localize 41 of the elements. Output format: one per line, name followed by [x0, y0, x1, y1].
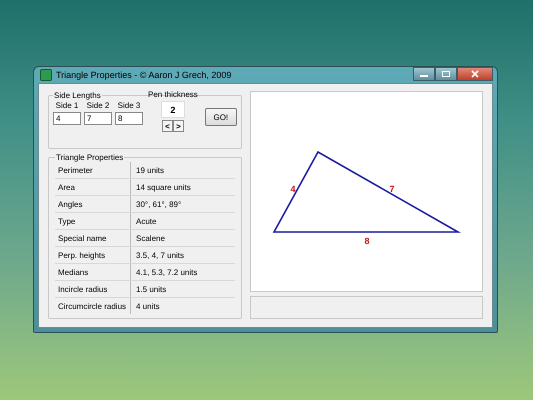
side-label: Side 3 [118, 101, 140, 110]
property-name: Angles [55, 196, 131, 212]
property-name: Medians [55, 264, 131, 280]
pen-thickness-label: Pen thickness [148, 90, 198, 99]
property-name: Perimeter [55, 162, 131, 178]
maximize-button[interactable] [435, 67, 457, 81]
side-label: Side 1 [56, 101, 78, 110]
side-length-label: 7 [390, 184, 394, 194]
maximize-icon [441, 70, 451, 78]
property-name: Perp. heights [55, 247, 131, 263]
side-input[interactable]: 4 [53, 112, 81, 125]
property-name: Special name [55, 230, 131, 246]
minimize-button[interactable] [413, 67, 435, 81]
increase-button[interactable]: > [172, 120, 184, 132]
close-button[interactable] [457, 67, 493, 81]
pen-thickness-value: 2 [160, 101, 185, 118]
property-value: 19 units [135, 166, 164, 174]
property-value: 30°, 61°, 89° [135, 200, 182, 208]
group-title: Triangle Properties [55, 153, 124, 162]
property-value: 1.5 units [135, 284, 166, 294]
property-value: 4 units [135, 302, 160, 310]
close-icon [470, 70, 480, 78]
app-icon [40, 69, 52, 81]
group-title: Side Lengths [53, 91, 102, 100]
property-value: 14 square units [135, 182, 191, 192]
side-input[interactable]: 7 [84, 112, 112, 125]
decrease-button[interactable]: < [162, 120, 173, 132]
side-length-label: 4 [290, 184, 296, 194]
side-input[interactable]: 8 [115, 112, 143, 125]
property-value: Scalene [135, 234, 165, 242]
side-label: Side 2 [86, 101, 110, 110]
property-name: Type [55, 213, 131, 229]
property-name: Area [55, 179, 131, 195]
property-value: 3.5, 4, 7 units [135, 250, 184, 260]
side-length-label: 8 [364, 236, 370, 246]
property-value: 4.1, 5.3, 7.2 units [135, 268, 198, 276]
go-button[interactable]: GO! [204, 108, 237, 126]
property-value: Acute [135, 216, 156, 226]
property-name: Incircle radius [55, 281, 131, 297]
property-name: Circumcircle radius [55, 298, 131, 314]
window-title: Triangle Properties - © Aaron J Grech, 2009 [56, 70, 232, 80]
